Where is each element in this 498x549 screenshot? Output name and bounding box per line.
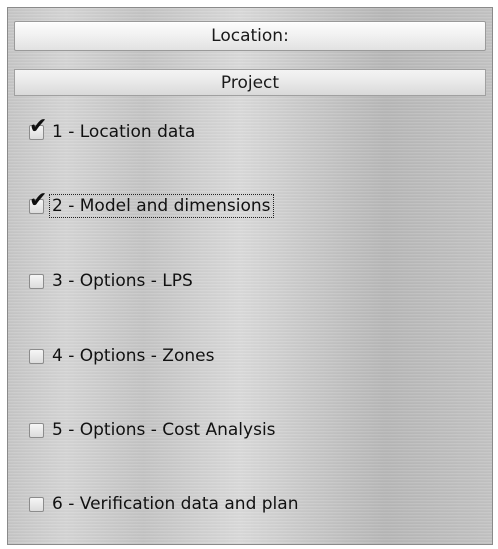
checkbox[interactable] — [29, 496, 44, 512]
checklist-item-label: 2 - Model and dimensions — [49, 194, 274, 218]
section-header-project: Project — [14, 69, 486, 96]
checklist-item-location-data[interactable]: ✔ 1 - Location data — [29, 115, 197, 144]
checklist-item-options-zones[interactable]: 4 - Options - Zones — [29, 344, 216, 368]
checklist-item-label: 1 - Location data — [52, 122, 196, 142]
project-panel: Location: Project ✔ 1 - Location data ✔ … — [7, 7, 493, 545]
checkbox[interactable] — [29, 348, 44, 364]
checkbox[interactable]: ✔ — [29, 189, 47, 214]
location-button[interactable]: Location: — [14, 21, 486, 51]
checklist-item-options-cost-analysis[interactable]: 5 - Options - Cost Analysis — [29, 418, 278, 442]
checklist-item-label: 4 - Options - Zones — [52, 346, 215, 366]
checklist-item-verification-data-and-plan[interactable]: 6 - Verification data and plan — [29, 492, 300, 516]
checklist-item-model-and-dimensions[interactable]: ✔ 2 - Model and dimensions — [29, 189, 274, 218]
section-title: Project — [220, 72, 280, 93]
checkbox[interactable] — [29, 422, 44, 438]
check-icon: ✔ — [29, 113, 48, 139]
checklist-item-label: 3 - Options - LPS — [52, 271, 193, 291]
check-icon: ✔ — [29, 187, 48, 213]
checkbox[interactable] — [29, 273, 44, 289]
location-label: Location: — [211, 26, 289, 46]
checklist-item-label: 6 - Verification data and plan — [52, 494, 299, 514]
checklist-item-label: 5 - Options - Cost Analysis — [52, 420, 276, 440]
checkbox[interactable]: ✔ — [29, 115, 47, 140]
checklist-item-options-lps[interactable]: 3 - Options - LPS — [29, 269, 195, 293]
